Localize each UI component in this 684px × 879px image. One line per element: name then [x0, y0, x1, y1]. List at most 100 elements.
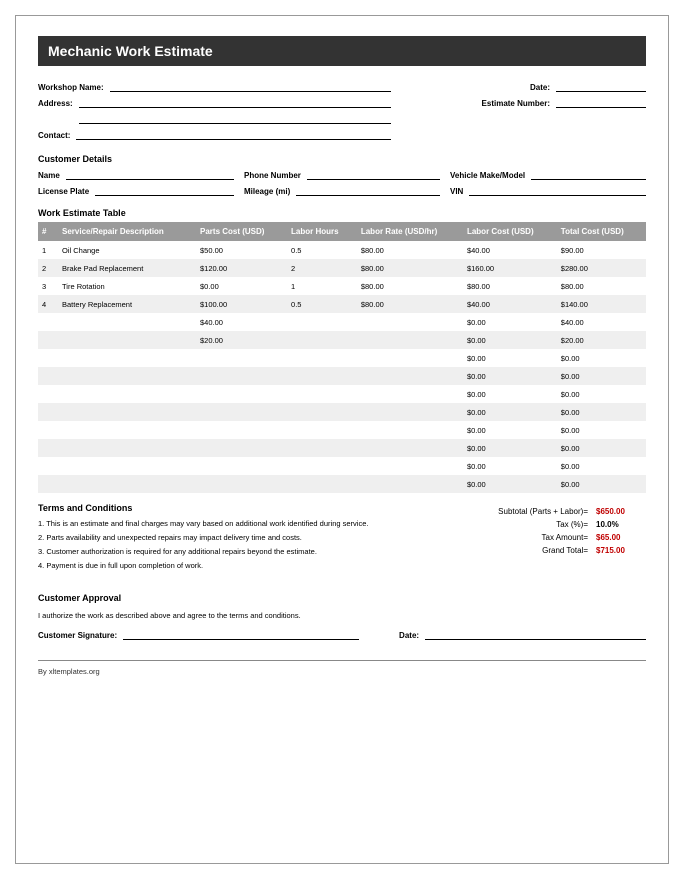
cell-rate[interactable] [357, 331, 463, 349]
cell-num[interactable] [38, 403, 58, 421]
cell-labor[interactable]: $80.00 [463, 277, 557, 295]
cell-desc[interactable] [58, 313, 196, 331]
cell-labor[interactable]: $0.00 [463, 349, 557, 367]
cell-rate[interactable] [357, 457, 463, 475]
cell-rate[interactable] [357, 475, 463, 493]
cell-desc[interactable] [58, 439, 196, 457]
cell-rate[interactable] [357, 421, 463, 439]
cell-parts[interactable]: $50.00 [196, 241, 287, 259]
date-input[interactable] [556, 82, 646, 92]
cell-parts[interactable] [196, 421, 287, 439]
cell-parts[interactable]: $40.00 [196, 313, 287, 331]
cell-hours[interactable]: 0.5 [287, 241, 357, 259]
cell-total[interactable]: $0.00 [557, 457, 646, 475]
cell-parts[interactable] [196, 349, 287, 367]
cell-labor[interactable]: $40.00 [463, 295, 557, 313]
address-input-2[interactable] [79, 114, 391, 124]
cell-num[interactable] [38, 385, 58, 403]
cell-parts[interactable]: $20.00 [196, 331, 287, 349]
cell-desc[interactable]: Oil Change [58, 241, 196, 259]
cell-hours[interactable] [287, 439, 357, 457]
cell-rate[interactable]: $80.00 [357, 295, 463, 313]
cell-hours[interactable]: 2 [287, 259, 357, 277]
cell-desc[interactable] [58, 385, 196, 403]
cell-rate[interactable]: $80.00 [357, 277, 463, 295]
cell-rate[interactable] [357, 349, 463, 367]
signature-input[interactable] [123, 630, 359, 640]
address-input-1[interactable] [79, 98, 391, 108]
cell-desc[interactable]: Tire Rotation [58, 277, 196, 295]
cell-num[interactable] [38, 421, 58, 439]
cell-hours[interactable]: 0.5 [287, 295, 357, 313]
cell-desc[interactable]: Battery Replacement [58, 295, 196, 313]
estimate-number-input[interactable] [556, 98, 646, 108]
cell-rate[interactable] [357, 313, 463, 331]
cell-num[interactable] [38, 349, 58, 367]
cell-desc[interactable] [58, 349, 196, 367]
mileage-input[interactable] [296, 186, 440, 196]
cell-labor[interactable]: $160.00 [463, 259, 557, 277]
cell-labor[interactable]: $0.00 [463, 421, 557, 439]
cell-num[interactable] [38, 439, 58, 457]
cell-num[interactable] [38, 331, 58, 349]
cell-labor[interactable]: $0.00 [463, 331, 557, 349]
cell-desc[interactable] [58, 421, 196, 439]
cell-num[interactable] [38, 367, 58, 385]
cell-parts[interactable]: $100.00 [196, 295, 287, 313]
cell-total[interactable]: $0.00 [557, 349, 646, 367]
cell-total[interactable]: $0.00 [557, 367, 646, 385]
cell-total[interactable]: $20.00 [557, 331, 646, 349]
license-input[interactable] [95, 186, 234, 196]
cell-labor[interactable]: $0.00 [463, 439, 557, 457]
cell-parts[interactable] [196, 457, 287, 475]
cell-labor[interactable]: $0.00 [463, 367, 557, 385]
cell-labor[interactable]: $0.00 [463, 475, 557, 493]
cell-total[interactable]: $140.00 [557, 295, 646, 313]
cell-labor[interactable]: $40.00 [463, 241, 557, 259]
cell-total[interactable]: $0.00 [557, 403, 646, 421]
contact-input[interactable] [76, 130, 390, 140]
customer-name-input[interactable] [66, 170, 234, 180]
cell-parts[interactable] [196, 403, 287, 421]
cell-num[interactable]: 3 [38, 277, 58, 295]
approval-date-input[interactable] [425, 630, 646, 640]
cell-parts[interactable] [196, 367, 287, 385]
cell-hours[interactable] [287, 313, 357, 331]
cell-total[interactable]: $280.00 [557, 259, 646, 277]
cell-num[interactable] [38, 457, 58, 475]
vin-input[interactable] [469, 186, 646, 196]
cell-hours[interactable] [287, 367, 357, 385]
cell-num[interactable] [38, 313, 58, 331]
cell-parts[interactable] [196, 439, 287, 457]
cell-rate[interactable]: $80.00 [357, 259, 463, 277]
cell-hours[interactable] [287, 421, 357, 439]
cell-desc[interactable]: Brake Pad Replacement [58, 259, 196, 277]
cell-total[interactable]: $0.00 [557, 439, 646, 457]
customer-phone-input[interactable] [307, 170, 440, 180]
cell-rate[interactable] [357, 403, 463, 421]
cell-rate[interactable] [357, 385, 463, 403]
cell-parts[interactable] [196, 385, 287, 403]
cell-labor[interactable]: $0.00 [463, 313, 557, 331]
cell-desc[interactable] [58, 367, 196, 385]
cell-parts[interactable] [196, 475, 287, 493]
cell-parts[interactable]: $0.00 [196, 277, 287, 295]
cell-num[interactable] [38, 475, 58, 493]
cell-rate[interactable]: $80.00 [357, 241, 463, 259]
cell-hours[interactable] [287, 385, 357, 403]
cell-total[interactable]: $80.00 [557, 277, 646, 295]
cell-labor[interactable]: $0.00 [463, 457, 557, 475]
cell-total[interactable]: $90.00 [557, 241, 646, 259]
cell-desc[interactable] [58, 475, 196, 493]
cell-hours[interactable] [287, 475, 357, 493]
cell-desc[interactable] [58, 457, 196, 475]
cell-num[interactable]: 1 [38, 241, 58, 259]
cell-num[interactable]: 2 [38, 259, 58, 277]
cell-total[interactable]: $0.00 [557, 475, 646, 493]
cell-rate[interactable] [357, 367, 463, 385]
cell-num[interactable]: 4 [38, 295, 58, 313]
cell-hours[interactable] [287, 349, 357, 367]
workshop-name-input[interactable] [110, 82, 391, 92]
cell-total[interactable]: $40.00 [557, 313, 646, 331]
cell-total[interactable]: $0.00 [557, 385, 646, 403]
